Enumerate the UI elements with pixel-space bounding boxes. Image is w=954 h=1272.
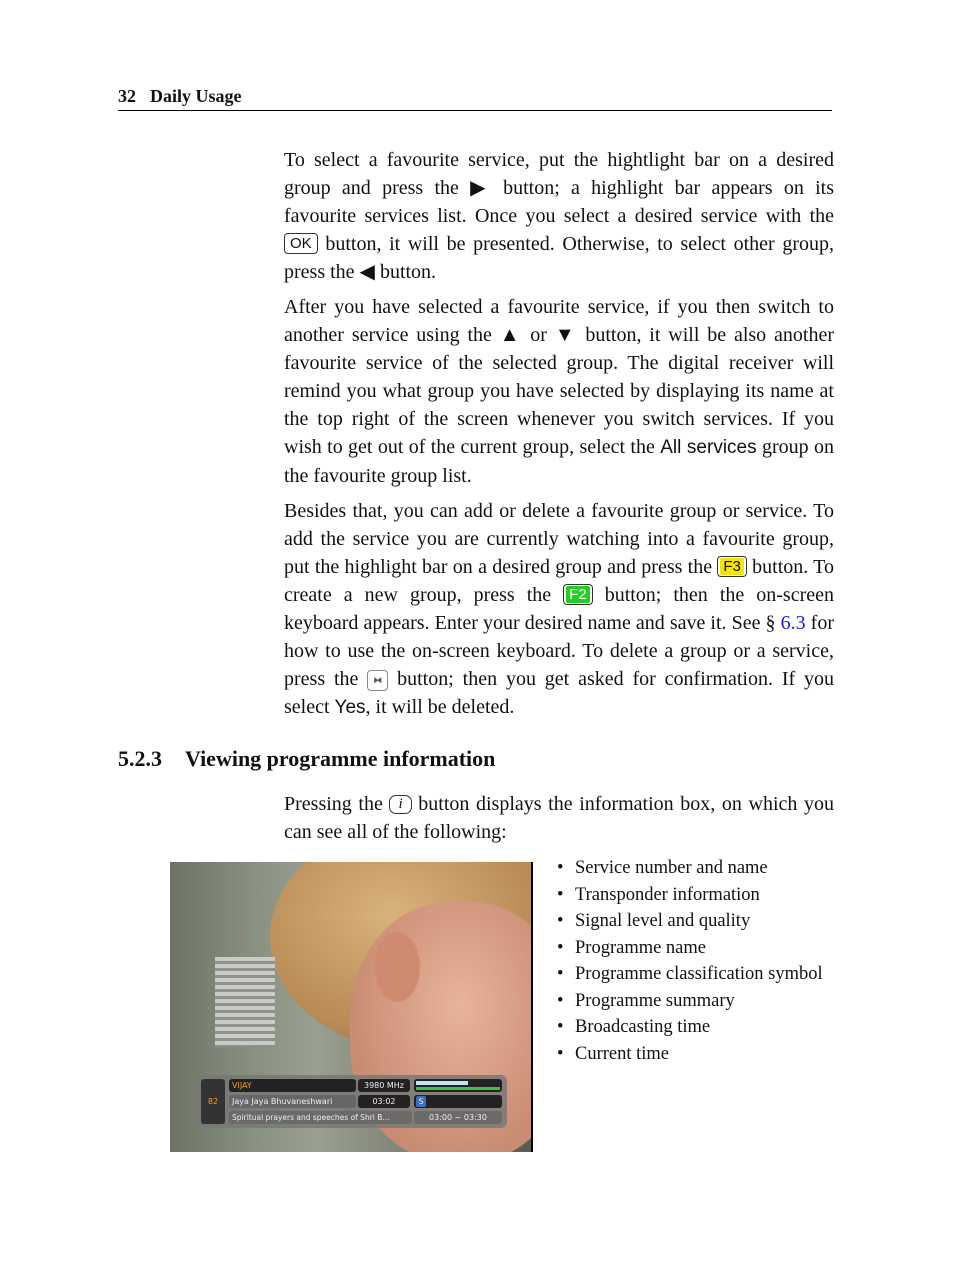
right-arrow-icon: ▶ (470, 177, 492, 199)
delete-key-icon: ⧓ (367, 670, 389, 691)
left-arrow-icon: ◀ (359, 261, 375, 283)
list-item: Current time (557, 1041, 823, 1068)
info-key-icon: i (389, 795, 412, 814)
section-heading: 5.2.3 Viewing programme information (118, 746, 496, 771)
f2-key-icon: F2 (563, 584, 593, 605)
paragraph: Besides that, you can add or delete a fa… (284, 500, 835, 718)
signal-bars (414, 1079, 502, 1092)
up-arrow-icon: ▲ (499, 324, 523, 346)
section-link[interactable]: 6.3 (781, 612, 806, 634)
ok-key-icon: OK (284, 233, 318, 254)
list-item: Programme classification symbol (557, 961, 823, 988)
feature-list: Service number and name Transponder info… (557, 855, 823, 1067)
paragraph: After you have selected a favourite serv… (284, 296, 835, 487)
running-header: 32 Daily Usage (118, 86, 832, 111)
list-item: Programme summary (557, 988, 823, 1015)
body-text: To select a favourite service, put the h… (284, 146, 834, 729)
tv-screenshot: 82 VIJAY 3980 MHz Jaya Jaya Bhuvaneshwar… (170, 862, 533, 1152)
info-box: 82 VIJAY 3980 MHz Jaya Jaya Bhuvaneshwar… (197, 1075, 507, 1128)
list-item: Programme name (557, 935, 823, 962)
down-arrow-icon: ▼ (554, 324, 578, 346)
paragraph: To select a favourite service, put the h… (284, 149, 835, 283)
chapter-title: Daily Usage (150, 86, 242, 106)
list-item: Signal level and quality (557, 908, 823, 935)
list-item: Service number and name (557, 855, 823, 882)
body-text: Pressing the i button displays the infor… (284, 793, 835, 843)
page: 32 Daily Usage To select a favourite serv… (0, 0, 954, 1272)
classification-icon: S (416, 1096, 426, 1107)
list-item: Transponder information (557, 882, 823, 909)
f3-key-icon: F3 (717, 556, 747, 577)
page-number: 32 (118, 86, 136, 106)
list-item: Broadcasting time (557, 1014, 823, 1041)
